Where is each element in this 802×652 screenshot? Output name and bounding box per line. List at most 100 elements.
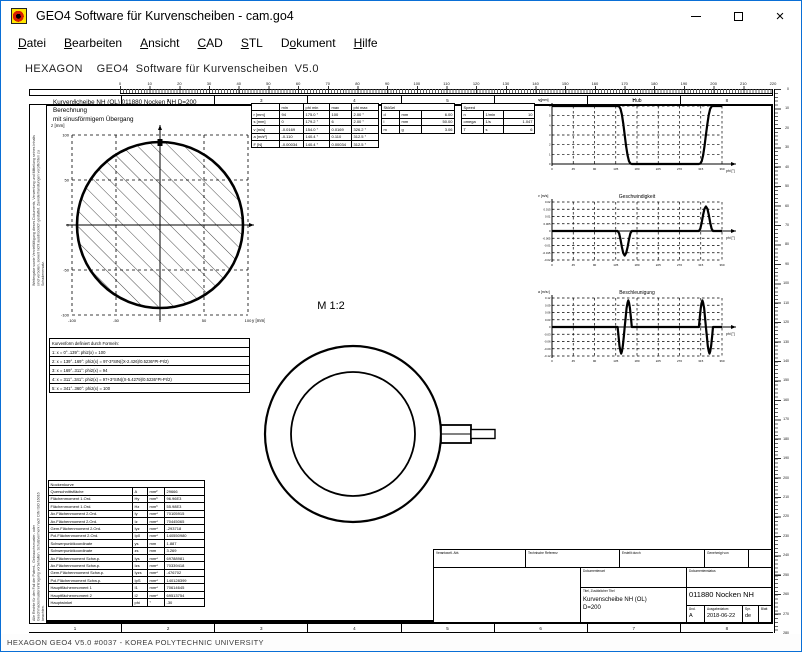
profile-plot: 100500-50-100-100-50050100z [mm]y [mm] [48, 119, 265, 327]
svg-text:-50: -50 [63, 268, 70, 273]
nockenkurve-table-cell: 3.269 [165, 547, 205, 554]
speed-table-row: Ts6 [462, 126, 535, 133]
menu-bearbeiten[interactable]: Bearbeiten [55, 33, 131, 53]
ruler-right-number: 180 [783, 437, 789, 443]
minmax-table-cell: 2.00 ° [352, 111, 379, 118]
nockenkurve-table-cell: -476702 [165, 569, 205, 576]
title-label: Titel, Zusätzlicher Titel [583, 589, 684, 593]
menu-dokument[interactable]: Dokument [272, 33, 345, 53]
minmax-table-cell: max [330, 104, 352, 111]
menu-datei[interactable]: Datei [9, 33, 55, 53]
speed-table-cell: 10 [504, 111, 535, 118]
nockenkurve-table-cell: 69513754 [165, 591, 205, 598]
maximize-icon [734, 12, 743, 21]
ruler-top-number: 150 [558, 81, 572, 86]
speed-table: Speedn1/min10omega1/s1.047Ts6 [461, 103, 535, 134]
nockenkurve-table-row: Gem.Flächenmoment Schw.p.Iyzsmm⁴-476702 [49, 569, 205, 576]
geo4-app-icon [11, 8, 27, 24]
stoessel-table-row: lmm50.00 [382, 118, 455, 125]
svg-text:50: 50 [202, 318, 207, 323]
minmax-table-row: a [m/s²]-0.110140.4 °0.110312.5 ° [252, 133, 379, 140]
minmax-table-cell: phi max [352, 104, 379, 111]
nockenkurve-table-cell: Ax.Flächenmoment Schw.p. [49, 554, 133, 561]
drawing-subtitle: D=200 [583, 605, 684, 611]
svg-text:0.03: 0.03 [545, 318, 551, 322]
nockenkurve-table-cell: Gem.Flächenmoment Schw.p. [49, 569, 133, 576]
svg-text:-100: -100 [61, 313, 70, 318]
menu-cad[interactable]: CAD [188, 33, 231, 53]
formula-line: 3: x = 169°..311°: phi2(x) = 94 [49, 366, 250, 375]
menu-ansicht[interactable]: Ansicht [131, 33, 188, 53]
speed-table-cell: 1/min [484, 111, 504, 118]
nockenkurve-table-cell: 70614645 [165, 584, 205, 591]
zone-number: 4 [308, 624, 401, 632]
minimize-button[interactable] [675, 1, 717, 31]
vertical-ruler: 0102030405060708090100110120130140150160… [774, 89, 790, 633]
issue-date-label: Ausgabedatum [707, 607, 740, 611]
ruler-top-number: 80 [350, 81, 364, 86]
ruler-top-number: 70 [321, 81, 335, 86]
svg-text:315: 315 [698, 263, 703, 267]
nockenkurve-table-row: Gem.Flächenmoment 2.Ord.Iyzmm⁴-293718 [49, 525, 205, 532]
zone-number: 2 [122, 624, 215, 632]
svg-text:90: 90 [593, 263, 597, 267]
minmax-table-cell: 0.110 [330, 133, 352, 140]
zone-number: 3 [215, 624, 308, 632]
svg-text:0.06: 0.06 [545, 311, 551, 315]
chart-hub: Hubs [mm]phi [°]045901351802252703153600… [537, 95, 752, 181]
minmax-table-cell: -0.0169 [280, 126, 304, 133]
ruler-top-number: 40 [232, 81, 246, 86]
ruler-right-number: 190 [783, 456, 789, 462]
ruler-right-number: 140 [783, 359, 789, 365]
ruler-right-number: 160 [783, 398, 789, 404]
ruler-top-number: 120 [469, 81, 483, 86]
svg-text:3: 3 [549, 133, 551, 137]
stoessel-table-row: mg3.06 [382, 126, 455, 133]
svg-text:180: 180 [634, 167, 639, 171]
svg-text:0: 0 [549, 229, 551, 233]
follower-rod [471, 430, 495, 439]
svg-text:0.09: 0.09 [545, 303, 551, 307]
created-by-label: Erstellt durch [622, 551, 702, 555]
svg-text:v [m/s]: v [m/s] [538, 194, 548, 198]
window-title: GEO4 Software für Kurvenscheiben - cam.g… [36, 9, 294, 23]
nockenkurve-table: NockenkurveQuerschnittsflächeAmm²29666Fl… [48, 480, 205, 607]
minmax-table-row: F [N]-0.00034140.4 °0.00034312.5 ° [252, 140, 379, 147]
minmax-table-cell: 154.0 ° [304, 126, 330, 133]
nockenkurve-table-cell: Hauptflächenmoment 2 [49, 591, 133, 598]
close-button[interactable]: × [759, 1, 801, 31]
close-icon: × [776, 9, 785, 24]
ruler-top-number: 90 [380, 81, 394, 86]
maximize-button[interactable] [717, 1, 759, 31]
nockenkurve-table-cell: zs [133, 547, 148, 554]
minimize-icon [691, 16, 701, 17]
menu-hilfe[interactable]: Hilfe [345, 33, 387, 53]
scale-label: M 1:2 [301, 300, 361, 312]
stoessel-table-cell: m [382, 126, 400, 133]
nockenkurve-table-row: Schwerpunktkoordinateysmm1.887 [49, 540, 205, 547]
minmax-table-cell: min [280, 104, 304, 111]
svg-text:0: 0 [549, 162, 551, 166]
formula-line: Kurvenform definiert durch Formeln: [49, 338, 250, 348]
nockenkurve-table-cell: 140550980 [165, 532, 205, 539]
zone-number: 1 [29, 624, 122, 632]
ruler-right-number: 210 [783, 495, 789, 501]
svg-text:1: 1 [549, 152, 551, 156]
nockenkurve-table-title: Nockenkurve [49, 481, 205, 488]
revision-label: Änd. [689, 607, 702, 611]
svg-text:360: 360 [719, 359, 724, 363]
nockenkurve-table-cell: 140128399 [165, 577, 205, 584]
minmax-table-row: minphi minmaxphi max [252, 104, 379, 111]
nockenkurve-table-cell: A [133, 488, 148, 495]
svg-text:225: 225 [656, 359, 661, 363]
svg-text:-0.01: -0.01 [544, 244, 551, 248]
svg-text:100: 100 [245, 318, 252, 323]
svg-text:50: 50 [65, 178, 70, 183]
svg-text:270: 270 [677, 167, 682, 171]
menu-stl[interactable]: STL [232, 33, 272, 53]
svg-text:Geschwindigkeit: Geschwindigkeit [619, 194, 656, 200]
nockenkurve-table-cell: Hz [133, 503, 148, 510]
svg-text:0: 0 [551, 263, 553, 267]
ruler-right-number: 90 [785, 262, 789, 268]
chart-velocity: Geschwindigkeitv [m/s]phi [°]04590135180… [537, 191, 752, 277]
